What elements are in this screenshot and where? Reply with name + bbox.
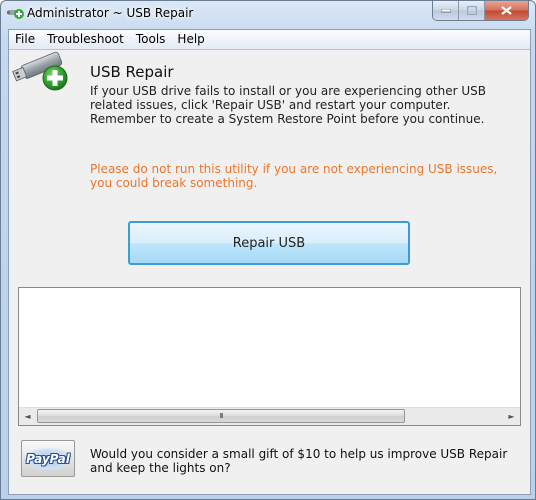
- menu-help[interactable]: Help: [171, 30, 210, 49]
- menu-bar: File Troubleshoot Tools Help: [9, 30, 530, 50]
- close-icon: [501, 6, 512, 15]
- window-title: Administrator ~ USB Repair: [27, 6, 194, 20]
- title-bar[interactable]: Administrator ~ USB Repair: [1, 1, 535, 27]
- grip-icon: III: [219, 412, 223, 420]
- description-text: If your USB drive fails to install or yo…: [90, 84, 486, 126]
- scroll-right-arrow-icon[interactable]: ►: [503, 408, 520, 425]
- donate-text: Would you consider a small gift of $10 t…: [90, 447, 508, 475]
- maximize-icon: [466, 6, 477, 15]
- log-output-box[interactable]: ◄ III ►: [18, 287, 521, 426]
- caption-buttons: [432, 1, 529, 21]
- minimize-button[interactable]: [433, 1, 459, 20]
- menu-tools[interactable]: Tools: [130, 30, 172, 49]
- paypal-donate-button[interactable]: PayPal: [21, 440, 75, 477]
- paypal-logo-icon: PayPal: [24, 447, 72, 470]
- page-title: USB Repair: [90, 63, 174, 81]
- close-button[interactable]: [485, 1, 528, 20]
- app-icon: [7, 9, 24, 19]
- app-window: Administrator ~ USB Repair File Troubles…: [0, 0, 536, 500]
- minimize-icon: [440, 8, 451, 12]
- maximize-button[interactable]: [459, 1, 485, 20]
- repair-usb-button[interactable]: Repair USB: [128, 221, 410, 265]
- horizontal-scrollbar[interactable]: ◄ III ►: [19, 407, 520, 425]
- client-area: File Troubleshoot Tools Help USB Repair …: [8, 29, 531, 495]
- usb-drive-add-icon: [12, 51, 68, 91]
- scrollbar-thumb[interactable]: III: [37, 409, 405, 423]
- scroll-left-arrow-icon[interactable]: ◄: [19, 408, 36, 425]
- warning-text: Please do not run this utility if you ar…: [90, 162, 498, 190]
